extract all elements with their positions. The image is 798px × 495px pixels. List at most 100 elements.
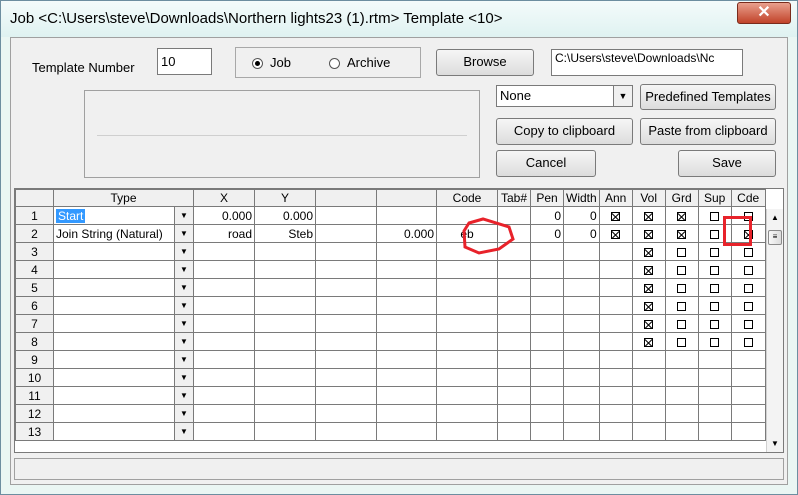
table-row[interactable]: 3 ▼ (15, 242, 766, 261)
save-button[interactable]: Save (678, 150, 776, 177)
code-cell[interactable] (436, 332, 498, 351)
vol-cell[interactable] (631, 404, 666, 423)
code-cell[interactable] (436, 314, 498, 333)
code-cell[interactable] (436, 278, 498, 297)
table-row[interactable]: 8 ▼ (15, 332, 766, 351)
width-cell[interactable] (563, 368, 600, 387)
predefined-templates-button[interactable]: Predefined Templates (640, 84, 776, 110)
cde-checkbox[interactable] (743, 319, 753, 329)
vol-cell[interactable] (631, 332, 666, 351)
sup-checkbox[interactable] (710, 211, 720, 221)
vol-checkbox[interactable] (644, 265, 654, 275)
grd-cell[interactable] (664, 386, 699, 405)
cde-checkbox[interactable] (743, 337, 753, 347)
vol-checkbox[interactable] (644, 229, 654, 239)
sup-checkbox[interactable] (710, 283, 720, 293)
cde-cell[interactable] (730, 404, 766, 423)
cde-cell[interactable] (730, 368, 766, 387)
col5-cell[interactable] (376, 278, 437, 297)
vol-cell[interactable] (631, 224, 666, 243)
column-header[interactable] (376, 189, 437, 207)
vol-cell[interactable] (631, 386, 666, 405)
template-number-field[interactable] (157, 48, 212, 75)
table-row[interactable]: 11 ▼ (15, 386, 766, 405)
grd-cell[interactable] (664, 224, 699, 243)
chevron-down-icon[interactable]: ▼ (174, 225, 193, 242)
x-cell[interactable] (193, 296, 255, 315)
column-header[interactable]: Sup (697, 189, 732, 207)
vol-cell[interactable] (631, 278, 666, 297)
sup-cell[interactable] (697, 332, 732, 351)
grd-cell[interactable] (664, 296, 699, 315)
radio-job[interactable] (252, 58, 263, 69)
table-row[interactable]: 6 ▼ (15, 296, 766, 315)
code-cell[interactable] (436, 422, 498, 441)
vol-cell[interactable] (631, 422, 666, 441)
y-cell[interactable] (254, 260, 316, 279)
width-cell[interactable]: 0 (563, 224, 600, 243)
ann-cell[interactable] (598, 332, 633, 351)
pen-cell[interactable] (530, 332, 564, 351)
x-cell[interactable] (193, 260, 255, 279)
grd-cell[interactable] (664, 314, 699, 333)
chevron-down-icon[interactable]: ▼ (174, 369, 193, 386)
pen-cell[interactable] (530, 350, 564, 369)
tab-cell[interactable] (497, 296, 531, 315)
sup-checkbox[interactable] (710, 247, 720, 257)
cde-checkbox[interactable] (743, 283, 753, 293)
type-cell[interactable]: ▼ (53, 332, 194, 351)
code-cell[interactable] (436, 404, 498, 423)
y-cell[interactable] (254, 242, 316, 261)
arrow-up-icon[interactable]: ▲ (771, 213, 779, 222)
chevron-down-icon[interactable]: ▼ (174, 405, 193, 422)
ann-cell[interactable] (598, 422, 633, 441)
vol-checkbox[interactable] (644, 247, 654, 257)
chevron-down-icon[interactable]: ▼ (174, 279, 193, 296)
chevron-down-icon[interactable]: ▼ (174, 243, 193, 260)
width-cell[interactable] (563, 260, 600, 279)
y-cell[interactable] (254, 368, 316, 387)
column-header[interactable]: X (193, 189, 255, 207)
vol-checkbox[interactable] (644, 211, 654, 221)
col4-cell[interactable] (315, 278, 377, 297)
grd-cell[interactable] (664, 206, 699, 225)
x-cell[interactable] (193, 368, 255, 387)
type-cell[interactable]: ▼ (53, 314, 194, 333)
vol-cell[interactable] (631, 314, 666, 333)
column-header[interactable]: Code (436, 189, 498, 207)
col4-cell[interactable] (315, 206, 377, 225)
table-row[interactable]: 1 Start ▼ 0.000 0.000 0 0 (15, 206, 766, 225)
width-cell[interactable] (563, 242, 600, 261)
column-header[interactable]: Grd (664, 189, 699, 207)
vertical-scrollbar[interactable]: ▲ ≡ ▼ (766, 209, 783, 452)
title-bar[interactable]: Job <C:\Users\steve\Downloads\Northern l… (1, 1, 797, 37)
type-cell[interactable]: ▼ (53, 422, 194, 441)
table-row[interactable]: 7 ▼ (15, 314, 766, 333)
ann-cell[interactable] (598, 314, 633, 333)
type-cell[interactable]: ▼ (53, 260, 194, 279)
close-icon[interactable]: ✕ (737, 2, 791, 24)
x-cell[interactable] (193, 314, 255, 333)
sup-cell[interactable] (697, 368, 732, 387)
grd-checkbox[interactable] (677, 319, 687, 329)
y-cell[interactable] (254, 350, 316, 369)
col4-cell[interactable] (315, 368, 377, 387)
tab-cell[interactable] (497, 368, 531, 387)
col4-cell[interactable] (315, 314, 377, 333)
col5-cell[interactable] (376, 404, 437, 423)
path-field[interactable]: C:\Users\steve\Downloads\Nc (551, 49, 743, 76)
code-cell[interactable] (436, 368, 498, 387)
cde-cell[interactable] (730, 260, 766, 279)
radio-archive[interactable] (329, 58, 340, 69)
width-cell[interactable] (563, 350, 600, 369)
sup-cell[interactable] (697, 386, 732, 405)
y-cell[interactable] (254, 278, 316, 297)
x-cell[interactable] (193, 332, 255, 351)
col5-cell[interactable] (376, 332, 437, 351)
col4-cell[interactable] (315, 404, 377, 423)
y-cell[interactable] (254, 296, 316, 315)
type-cell[interactable]: Join String (Natural) ▼ (53, 224, 194, 243)
x-cell[interactable] (193, 386, 255, 405)
chevron-down-icon[interactable]: ▼ (174, 261, 193, 278)
column-header[interactable]: Cde (730, 189, 766, 207)
